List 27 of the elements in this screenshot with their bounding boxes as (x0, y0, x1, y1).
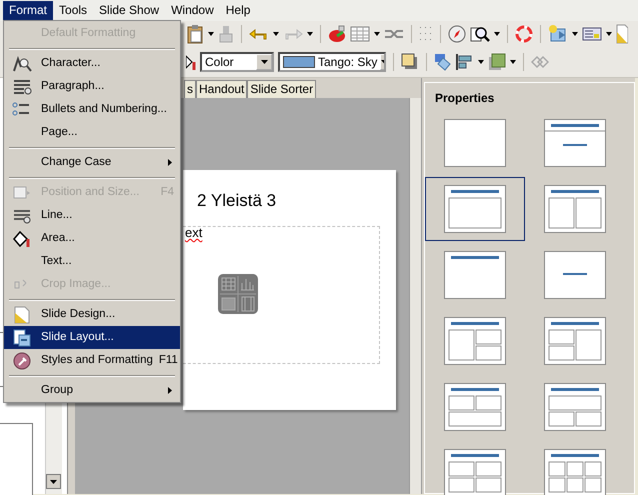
menu-item[interactable]: Change Case (4, 151, 180, 174)
dropdown[interactable]: Color (200, 52, 274, 72)
view-tab[interactable]: s (184, 80, 196, 98)
menu-item[interactable]: Line... (4, 204, 180, 227)
menu-item[interactable]: Slide Show (93, 1, 166, 20)
menu-item[interactable]: Bullets and Numbering... (4, 98, 180, 121)
menu-item[interactable]: Page... (4, 121, 180, 144)
menu-item[interactable]: Text... (4, 250, 180, 273)
menu-item[interactable]: Character... (4, 52, 180, 75)
menu-item[interactable]: Format (3, 1, 54, 20)
menu-item[interactable]: Help (220, 1, 256, 20)
view-tab[interactable]: Slide Sorter (247, 80, 316, 98)
menu-item[interactable]: Styles and Formatting F11 (4, 349, 180, 372)
slide-title: 2 Yleistä 3 (197, 190, 276, 212)
menu-item[interactable]: Slide Layout... (4, 326, 180, 349)
menu-item[interactable]: Tools (53, 1, 94, 20)
menu-item[interactable]: Slide Design... (4, 303, 180, 326)
panel-title: Properties (434, 90, 496, 107)
menu-item[interactable]: Area... (4, 227, 180, 250)
menu-item[interactable]: Window (165, 1, 220, 20)
menu-item[interactable]: Paragraph... (4, 75, 180, 98)
dropdown-value: Color (205, 54, 234, 70)
menu-item[interactable]: Group (4, 379, 180, 402)
body-text: ext (185, 226, 202, 240)
view-tab[interactable]: Handout (196, 80, 248, 98)
dropdown[interactable]: Tango: Sky (278, 52, 386, 72)
dropdown-value: Tango: Sky (318, 54, 378, 70)
